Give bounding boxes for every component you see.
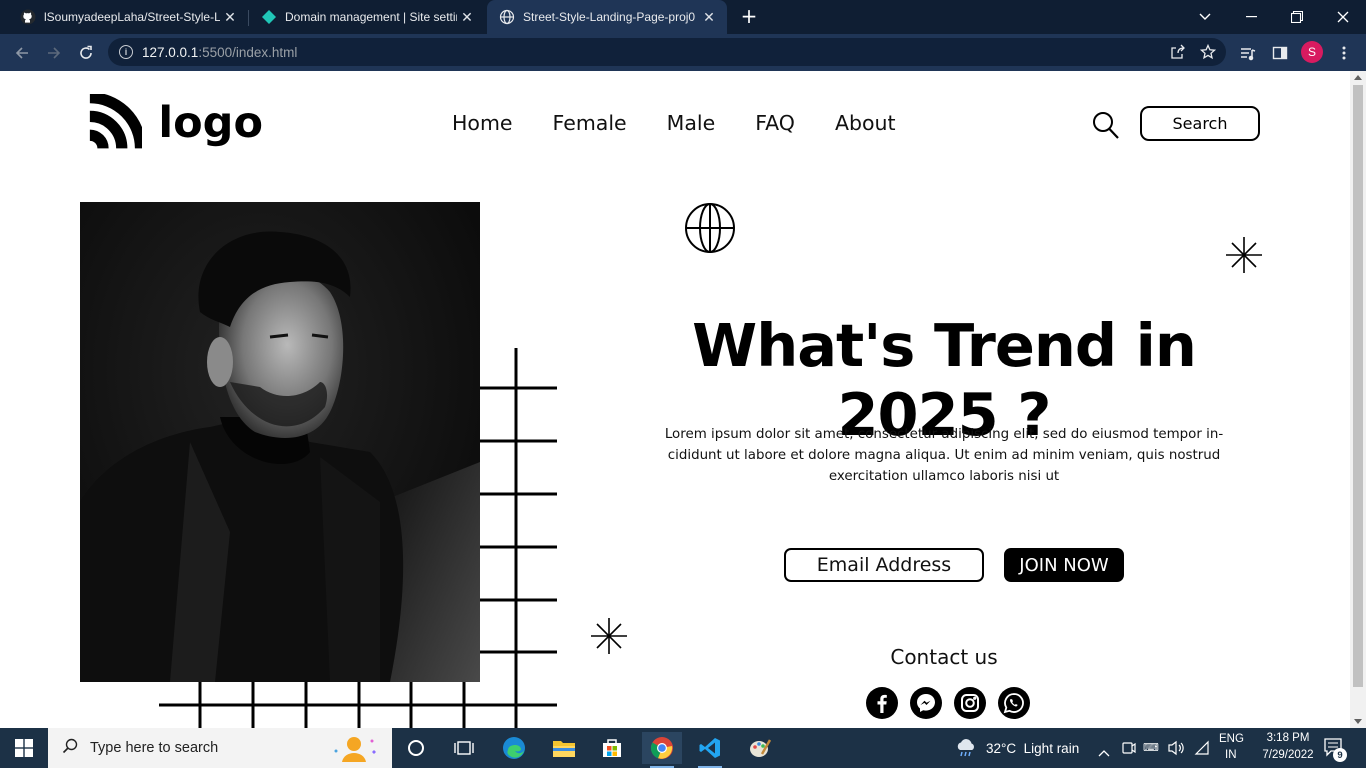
- contact-heading: Contact us: [890, 645, 998, 669]
- sparkle-star-icon: [591, 618, 627, 654]
- sparkle-star-icon: [1226, 237, 1262, 273]
- notification-count-badge: 9: [1333, 748, 1347, 762]
- taskbar-search-box[interactable]: Type here to search: [48, 728, 392, 768]
- microsoft-store-icon[interactable]: [592, 732, 632, 764]
- weather-text[interactable]: 32°C Light rain: [986, 741, 1079, 756]
- browser-toolbar: i 127.0.0.1:5500/index.html S: [0, 34, 1366, 71]
- globe-icon: [499, 9, 515, 25]
- search-highlight-icon: [324, 732, 380, 768]
- wifi-icon[interactable]: [1194, 740, 1210, 760]
- github-icon: [20, 9, 36, 25]
- taskbar-search-placeholder: Type here to search: [90, 740, 219, 756]
- netlify-icon: [261, 9, 277, 25]
- tab-title: Street-Style-Landing-Page-proj0: [523, 10, 696, 24]
- profile-avatar[interactable]: S: [1301, 41, 1323, 63]
- volume-icon[interactable]: [1168, 740, 1186, 760]
- scroll-up-arrow-icon[interactable]: [1354, 75, 1362, 80]
- task-view-icon[interactable]: [444, 732, 484, 764]
- media-control-icon[interactable]: [1236, 41, 1260, 65]
- close-icon[interactable]: ✕: [699, 9, 719, 26]
- tab-netlify[interactable]: Domain management | Site settin ✕: [249, 0, 485, 34]
- close-window-button[interactable]: [1320, 0, 1366, 34]
- windows-taskbar: Type here to search 32°C Light rain ⌨ EN…: [0, 728, 1366, 768]
- browser-tab-strip: lSoumyadeepLaha/Street-Style-L ✕ Domain …: [0, 0, 1366, 34]
- paint-icon[interactable]: [740, 732, 780, 764]
- facebook-icon[interactable]: [866, 687, 898, 719]
- url-host: 127.0.0.1: [142, 44, 199, 60]
- forward-button[interactable]: [42, 41, 66, 65]
- globe-icon: [685, 203, 735, 253]
- hero-description: Lorem ipsum dolor sit amet, consectetur …: [664, 427, 1224, 484]
- language-top[interactable]: ENG: [1219, 733, 1244, 745]
- vs-code-icon[interactable]: [690, 732, 730, 768]
- info-icon[interactable]: i: [119, 45, 133, 59]
- messenger-icon[interactable]: [910, 687, 942, 719]
- language-bottom[interactable]: IN: [1225, 749, 1237, 761]
- tab-search-chevron-icon[interactable]: [1182, 0, 1228, 34]
- cortana-icon[interactable]: [396, 732, 436, 764]
- tab-title: Domain management | Site settin: [285, 10, 457, 24]
- tab-github[interactable]: lSoumyadeepLaha/Street-Style-L ✕: [8, 0, 248, 34]
- chevron-up-icon[interactable]: [1098, 742, 1110, 761]
- file-explorer-icon[interactable]: [544, 732, 584, 764]
- back-button[interactable]: [10, 41, 34, 65]
- minimize-button[interactable]: [1228, 0, 1274, 34]
- reload-button[interactable]: [74, 41, 98, 65]
- restore-button[interactable]: [1274, 0, 1320, 34]
- share-icon[interactable]: [1170, 44, 1186, 64]
- bookmark-star-icon[interactable]: [1199, 43, 1217, 64]
- close-icon[interactable]: ✕: [457, 9, 477, 26]
- camera-icon[interactable]: [1122, 740, 1136, 760]
- search-icon: [62, 738, 78, 758]
- social-links: [866, 687, 1042, 721]
- chrome-icon[interactable]: [642, 732, 682, 768]
- tab-street-style[interactable]: Street-Style-Landing-Page-proj0 ✕: [487, 0, 727, 34]
- scrollbar-thumb[interactable]: [1353, 85, 1363, 687]
- clock-time[interactable]: 3:18 PM: [1259, 732, 1317, 744]
- edge-browser-icon[interactable]: [494, 732, 534, 764]
- windows-start-icon[interactable]: [4, 732, 44, 764]
- ime-icon[interactable]: ⌨: [1143, 741, 1159, 754]
- page-scrollbar[interactable]: [1350, 71, 1366, 728]
- email-field[interactable]: [784, 548, 984, 582]
- weather-rain-icon[interactable]: [954, 738, 978, 762]
- close-icon[interactable]: ✕: [220, 9, 240, 26]
- scroll-down-arrow-icon[interactable]: [1354, 719, 1362, 724]
- instagram-icon[interactable]: [954, 687, 986, 719]
- join-now-button[interactable]: JOIN NOW: [1004, 548, 1124, 582]
- side-panel-icon[interactable]: [1268, 41, 1292, 65]
- web-page: logo Home Female Male FAQ About Search W…: [0, 71, 1350, 728]
- tab-title: lSoumyadeepLaha/Street-Style-L: [44, 10, 220, 24]
- new-tab-button[interactable]: +: [738, 5, 760, 27]
- address-bar[interactable]: i 127.0.0.1:5500/index.html: [108, 38, 1226, 66]
- url-path: :5500/index.html: [198, 44, 298, 60]
- whatsapp-icon[interactable]: [998, 687, 1030, 719]
- clock-date[interactable]: 7/29/2022: [1252, 749, 1324, 761]
- more-menu-icon[interactable]: [1332, 41, 1356, 65]
